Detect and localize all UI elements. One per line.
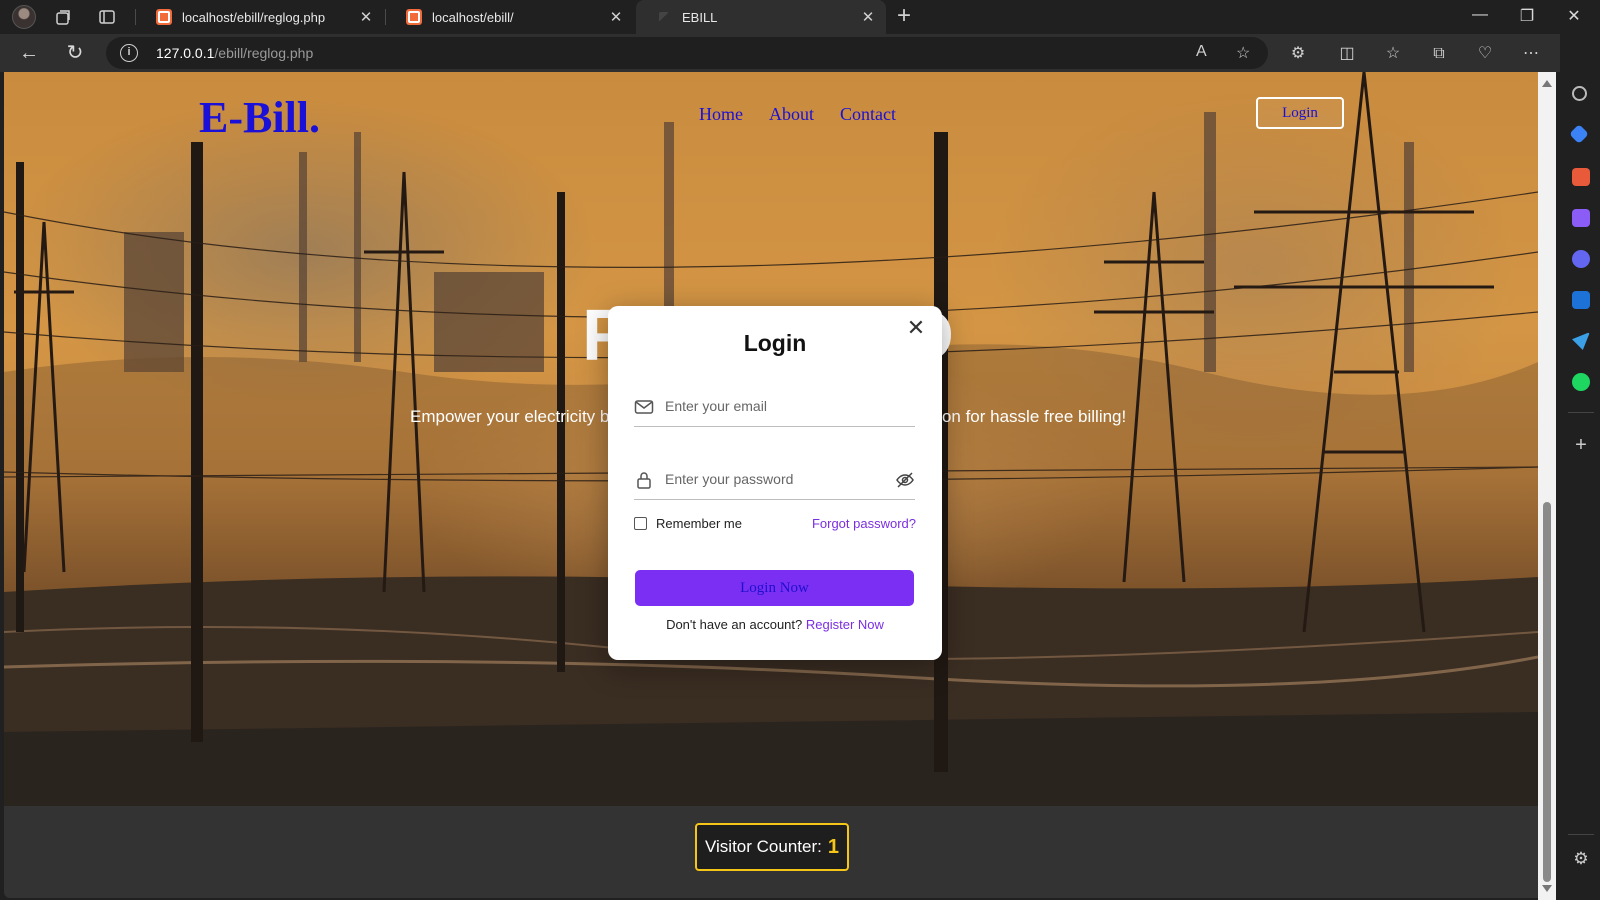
forgot-password-link[interactable]: Forgot password? (812, 516, 916, 531)
search-icon[interactable] (1572, 86, 1587, 101)
scroll-down-arrow-icon[interactable] (1542, 885, 1552, 892)
url-host: 127.0.0.1 (156, 45, 215, 61)
login-now-button[interactable]: Login Now (635, 570, 914, 606)
close-tab-icon[interactable]: ✕ (856, 8, 880, 26)
header-login-button[interactable]: Login (1256, 97, 1344, 129)
xampp-favicon-icon (156, 9, 172, 25)
page-viewport: E-Bill. Home About Contact Login F D Emp… (4, 72, 1538, 898)
site-info-icon[interactable]: i (120, 44, 138, 62)
lock-icon (637, 472, 651, 489)
close-tab-icon[interactable]: ✕ (604, 8, 628, 26)
password-input[interactable] (665, 468, 885, 490)
back-arrow-icon[interactable]: ← (17, 41, 41, 65)
remember-me-label[interactable]: Remember me (656, 516, 742, 531)
envelope-icon (634, 400, 654, 414)
url-field[interactable]: i 127.0.0.1/ebill/reglog.php A ☆ (106, 37, 1268, 69)
sidebar-divider (1568, 834, 1594, 835)
visitor-count: 1 (827, 835, 839, 858)
login-modal: ✕ Login Remember me Forgot password? Log… (608, 306, 942, 660)
profile-avatar[interactable] (12, 5, 36, 29)
tab-ebill[interactable]: localhost/ebill/ ✕ (386, 0, 634, 34)
close-window-button[interactable]: ✕ (1551, 6, 1597, 26)
visitor-counter-label: Visitor Counter: (705, 837, 822, 856)
xampp-favicon-icon (406, 9, 422, 25)
nav-home-link[interactable]: Home (699, 104, 743, 125)
no-account-text: Don't have an account? (666, 617, 803, 632)
microsoft-365-icon[interactable] (1572, 250, 1590, 268)
url-path: /ebill/reglog.php (214, 45, 314, 61)
shopping-tag-icon[interactable] (1569, 124, 1589, 144)
nav-about-link[interactable]: About (769, 104, 814, 125)
site-logo[interactable]: E-Bill. (199, 92, 320, 143)
restore-button[interactable]: ❐ (1504, 6, 1550, 26)
address-bar-row: ← ↻ i 127.0.0.1/ebill/reglog.php A ☆ ⚙ ◫… (0, 34, 1600, 72)
main-nav: Home About Contact (699, 104, 896, 125)
minimize-button[interactable]: — (1457, 6, 1503, 24)
url-text[interactable]: 127.0.0.1/ebill/reglog.php (156, 45, 313, 61)
page-scrollbar[interactable] (1538, 72, 1556, 900)
tab-ebill-active[interactable]: EBILL ✕ (636, 0, 886, 34)
tab-reglog[interactable]: localhost/ebill/reglog.php ✕ (136, 0, 384, 34)
password-field (634, 460, 915, 500)
sidebar-divider (1568, 412, 1594, 413)
tools-icon[interactable] (1572, 168, 1590, 186)
edge-sidebar: + ⚙ (1560, 34, 1600, 900)
remember-me-row: Remember me (634, 516, 742, 531)
favorites-icon[interactable]: ☆ (1382, 43, 1404, 65)
spotify-icon[interactable] (1572, 373, 1590, 391)
hero-subtitle-right: ution for hassle free billing! (924, 407, 1127, 426)
close-tab-icon[interactable]: ✕ (354, 8, 378, 26)
collections-icon[interactable]: ⧉ (1428, 43, 1450, 65)
email-input[interactable] (665, 395, 885, 417)
settings-gear-icon[interactable]: ⚙ (1572, 850, 1590, 868)
tab-title: localhost/ebill/reglog.php (182, 9, 326, 25)
visitor-counter: Visitor Counter: 1 (695, 823, 849, 871)
hero-section: E-Bill. Home About Contact Login F D Emp… (4, 72, 1538, 806)
read-aloud-icon[interactable]: A (1196, 43, 1207, 61)
tab-actions-icon[interactable] (96, 6, 118, 28)
eye-slash-icon[interactable] (895, 470, 915, 490)
workspaces-icon[interactable] (52, 6, 74, 28)
outlook-icon[interactable] (1572, 291, 1590, 309)
extensions-icon[interactable]: ⚙ (1287, 43, 1309, 65)
page-favicon-icon (656, 9, 672, 25)
tab-title: localhost/ebill/ (432, 9, 514, 25)
send-icon[interactable] (1572, 332, 1590, 350)
more-menu-icon[interactable]: ⋯ (1520, 43, 1542, 65)
email-field (634, 387, 915, 427)
remember-me-checkbox[interactable] (634, 517, 647, 530)
browser-tab-bar: localhost/ebill/reglog.php ✕ localhost/e… (0, 0, 1600, 34)
nav-contact-link[interactable]: Contact (840, 104, 896, 125)
register-prompt: Don't have an account? Register Now (608, 617, 942, 632)
register-now-link[interactable]: Register Now (806, 617, 884, 632)
split-screen-icon[interactable]: ◫ (1336, 43, 1358, 65)
games-icon[interactable] (1572, 209, 1590, 227)
reload-icon[interactable]: ↻ (63, 41, 87, 65)
new-tab-button[interactable]: + (897, 4, 911, 28)
modal-title: Login (743, 330, 807, 356)
add-icon[interactable]: + (1572, 435, 1590, 455)
scroll-up-arrow-icon[interactable] (1542, 80, 1552, 87)
tab-title: EBILL (682, 9, 718, 25)
hero-subtitle-left: Empower your electricity b (410, 407, 610, 426)
browser-essentials-icon[interactable]: ♡ (1474, 43, 1496, 65)
scrollbar-thumb[interactable] (1543, 502, 1551, 882)
favorite-star-icon[interactable]: ☆ (1236, 43, 1250, 63)
